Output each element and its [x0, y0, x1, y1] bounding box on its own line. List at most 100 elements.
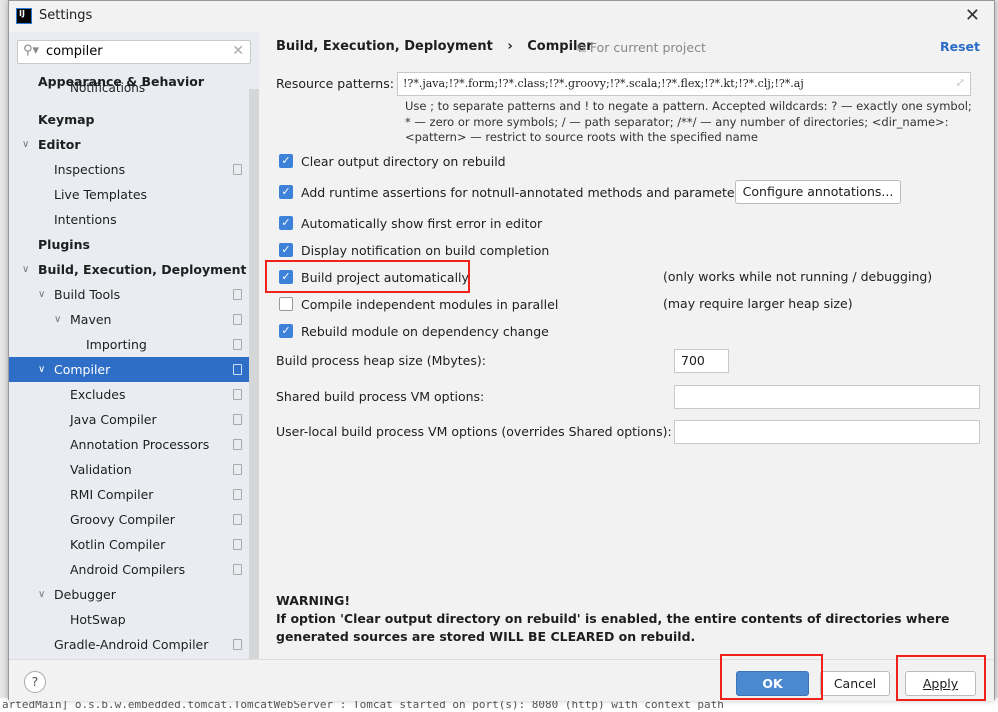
tree-item[interactable]: ∨ Compiler: [9, 357, 259, 382]
option-checkbox[interactable]: ✓ Add runtime assertions for notnull-anno…: [279, 183, 746, 201]
expand-arrow-icon[interactable]: ∨: [22, 132, 29, 157]
option-checkbox[interactable]: ✓ Rebuild module on dependency change: [279, 322, 549, 340]
highlight-ok-button: [720, 654, 823, 700]
close-icon[interactable]: ✕: [965, 5, 980, 26]
checkbox-unchecked-icon[interactable]: [279, 297, 293, 311]
expand-arrow-icon[interactable]: ∨: [38, 357, 45, 382]
tree-item[interactable]: Java Compiler: [9, 407, 259, 432]
project-level-icon: [233, 639, 242, 650]
window-title: Settings: [39, 8, 93, 23]
tree-item-label: RMI Compiler: [70, 487, 154, 502]
help-button[interactable]: ?: [24, 671, 46, 693]
cancel-button[interactable]: Cancel: [820, 671, 890, 696]
configure-annotations-button[interactable]: Configure annotations...: [735, 180, 901, 204]
tree-item-label: Annotation Processors: [70, 437, 210, 452]
project-scope-icon: ⧉: [577, 40, 590, 55]
tree-item[interactable]: Excludes: [9, 382, 259, 407]
tree-item[interactable]: Kotlin Compiler: [9, 532, 259, 557]
tree-item[interactable]: Keymap: [9, 107, 259, 132]
project-level-icon: [233, 489, 242, 500]
checkbox-checked-icon[interactable]: ✓: [279, 185, 293, 199]
tree-item[interactable]: ∨ Maven: [9, 307, 259, 332]
option-checkbox[interactable]: ✓ Display notification on build completio…: [279, 241, 549, 259]
tree-item[interactable]: RMI Compiler: [9, 482, 259, 507]
project-level-icon: [233, 514, 242, 525]
settings-tree-panel: ⚲▾ ✕ Appearance & BehaviorNotificationsK…: [9, 32, 259, 659]
settings-search[interactable]: ⚲▾ ✕: [17, 40, 251, 64]
dialog-footer: ? OK Cancel Apply: [9, 659, 994, 701]
expand-arrow-icon[interactable]: ∨: [54, 307, 61, 332]
tree-item-label: Compiler: [54, 362, 111, 377]
tree-item[interactable]: Annotation Processors: [9, 432, 259, 457]
option-checkbox[interactable]: ✓ Clear output directory on rebuild: [279, 152, 506, 170]
checkbox-checked-icon[interactable]: ✓: [279, 324, 293, 338]
option-note: (may require larger heap size): [663, 296, 853, 311]
tree-item[interactable]: Gradle-Android Compiler: [9, 632, 259, 657]
highlight-apply-button: [896, 655, 986, 701]
heap-size-input[interactable]: 700: [674, 349, 729, 373]
tree-item[interactable]: Appearance & Behavior: [9, 73, 259, 91]
shared-vm-options-label: Shared build process VM options:: [276, 389, 485, 404]
project-level-icon: [233, 539, 242, 550]
tree-item[interactable]: Intentions: [9, 207, 259, 232]
tree-scrollbar[interactable]: [249, 89, 259, 659]
search-input[interactable]: [46, 44, 216, 59]
tree-item-label: Groovy Compiler: [70, 512, 175, 527]
tree-item-label: Maven: [70, 312, 112, 327]
tree-item[interactable]: HotSwap: [9, 607, 259, 632]
expand-arrow-icon[interactable]: ∨: [38, 282, 45, 307]
tree-item-label: Build Tools: [54, 287, 121, 302]
intellij-logo-icon: IJ: [16, 8, 32, 24]
tree-item[interactable]: Groovy Compiler: [9, 507, 259, 532]
resource-patterns-hint: Use ; to separate patterns and ! to nega…: [405, 99, 972, 144]
project-level-icon: [233, 439, 242, 450]
project-level-icon: [233, 289, 242, 300]
tree-item-label: Android Compilers: [70, 562, 186, 577]
tree-item[interactable]: Validation: [9, 457, 259, 482]
expand-arrow-icon[interactable]: ∨: [38, 582, 45, 607]
project-level-icon: [233, 389, 242, 400]
search-icon: ⚲▾: [23, 43, 40, 58]
tree-item-label: Plugins: [38, 237, 90, 252]
settings-dialog: IJ Settings ✕ ⚲▾ ✕ Appearance & Behavior…: [8, 0, 995, 701]
option-note: (only works while not running / debuggin…: [663, 269, 933, 284]
compiler-settings-panel: Build, Execution, Deployment › Compiler …: [259, 32, 994, 659]
project-level-icon: [233, 339, 242, 350]
clear-search-icon[interactable]: ✕: [232, 43, 244, 59]
tree-item-label: Excludes: [70, 387, 126, 402]
tree-item[interactable]: ∨ Build Tools: [9, 282, 259, 307]
heap-size-label: Build process heap size (Mbytes):: [276, 353, 486, 368]
tree-item-label: Validation: [70, 462, 132, 477]
checkbox-checked-icon[interactable]: ✓: [279, 216, 293, 230]
expand-arrow-icon[interactable]: ∨: [22, 257, 29, 282]
user-local-vm-options-input[interactable]: [674, 420, 980, 444]
tree-item[interactable]: Live Templates: [9, 182, 259, 207]
project-level-icon: [233, 164, 242, 175]
project-level-icon: [233, 364, 242, 375]
tree-item-label: Debugger: [54, 587, 116, 602]
tree-item-label: Keymap: [38, 112, 95, 127]
tree-item[interactable]: Importing: [9, 332, 259, 357]
tree-item[interactable]: ∨ Editor: [9, 132, 259, 157]
option-label: Automatically show first error in editor: [301, 215, 543, 231]
tree-item[interactable]: Inspections: [9, 157, 259, 182]
option-checkbox[interactable]: Compile independent modules in parallel: [279, 295, 558, 313]
tree-item-label: Build, Execution, Deployment: [38, 262, 247, 277]
breadcrumb-item: Build, Execution, Deployment: [276, 39, 493, 54]
checkbox-checked-icon[interactable]: ✓: [279, 243, 293, 257]
tree-item[interactable]: Android Compilers: [9, 557, 259, 582]
reset-link[interactable]: Reset: [940, 39, 980, 54]
shared-vm-options-input[interactable]: [674, 385, 980, 409]
tree-item[interactable]: ∨ Debugger: [9, 582, 259, 607]
tree-item-label: Intentions: [54, 212, 117, 227]
tree-item-label: Inspections: [54, 162, 126, 177]
expand-icon[interactable]: ⤢: [956, 76, 965, 89]
project-level-icon: [233, 464, 242, 475]
checkbox-checked-icon[interactable]: ✓: [279, 154, 293, 168]
scope-label: ⧉ For current project: [577, 40, 706, 56]
tree-item[interactable]: ∨ Build, Execution, Deployment: [9, 257, 259, 282]
option-checkbox[interactable]: ✓ Automatically show first error in edito…: [279, 214, 542, 232]
resource-patterns-input[interactable]: !?*.java;!?*.form;!?*.class;!?*.groovy;!…: [397, 72, 971, 96]
tree-item[interactable]: Plugins: [9, 232, 259, 257]
option-label: Display notification on build completion: [301, 242, 550, 258]
